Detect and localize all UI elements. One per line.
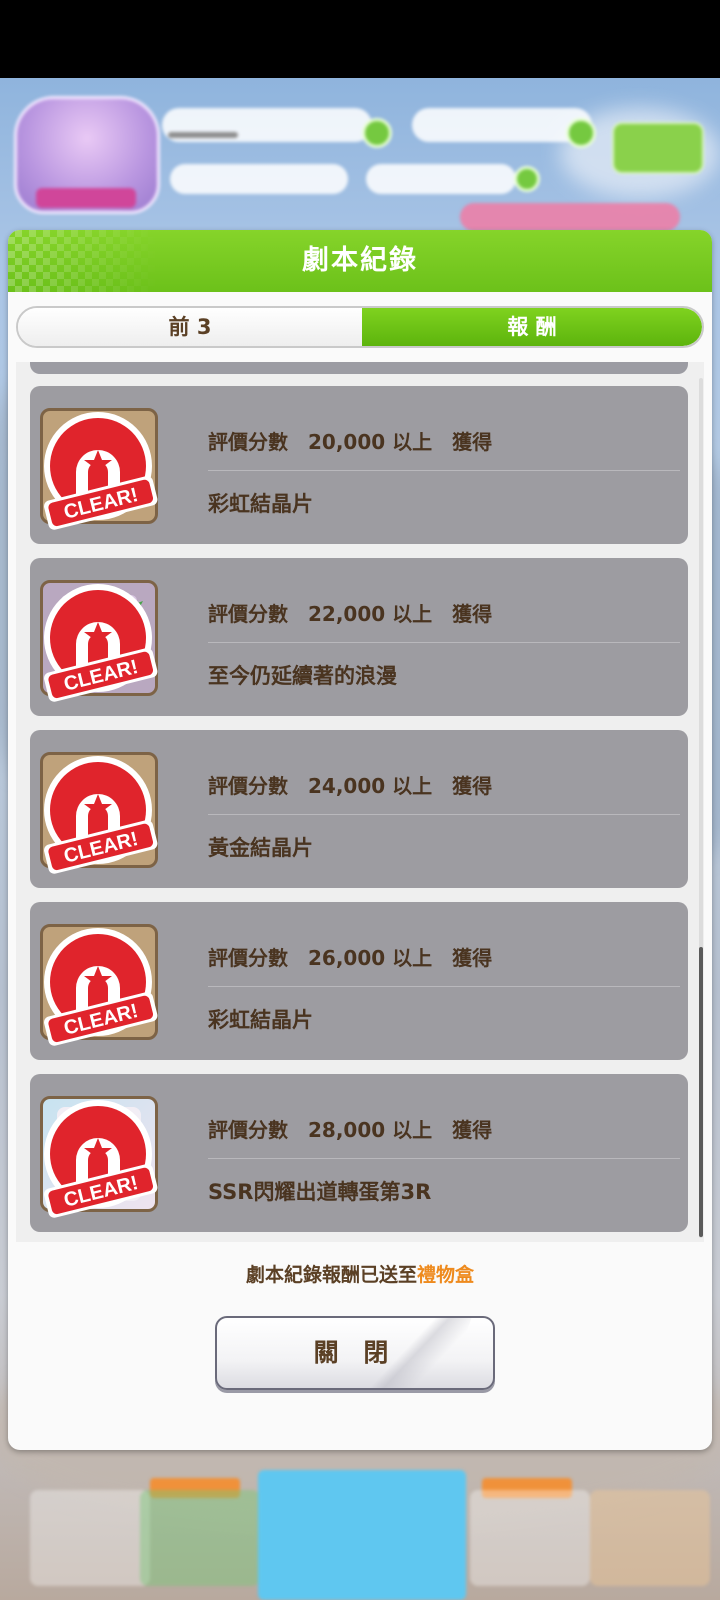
reward-item-name: 至今仍延續著的浪漫	[208, 664, 397, 688]
clear-stamp-icon: CLEAR!	[38, 754, 160, 876]
stamina-bar	[162, 108, 372, 142]
logo-ribbon	[36, 188, 136, 208]
clear-stamp-icon: CLEAR!	[38, 926, 160, 1048]
divider	[208, 814, 680, 815]
reward-condition: 評價分數 24,000 以上 獲得	[208, 774, 493, 798]
reward-condition: 評價分數 28,000 以上 獲得	[208, 1118, 493, 1142]
gift-box-link[interactable]: 禮物盒	[417, 1264, 474, 1286]
dialog-header: 劇本紀錄	[8, 230, 712, 292]
list-item-partial	[30, 362, 688, 374]
close-button-label: 關 閉	[313, 1338, 397, 1367]
reward-item-name: 彩虹結晶片	[208, 492, 313, 516]
jewel-bar	[366, 164, 516, 194]
footer-note: 劇本紀錄報酬已送至禮物盒	[8, 1260, 712, 1287]
close-button[interactable]: 關 閉	[215, 1316, 495, 1390]
top-hud	[0, 78, 720, 231]
scenario-record-tab	[460, 203, 680, 231]
nav-tile	[140, 1490, 260, 1586]
nav-tile	[470, 1490, 590, 1586]
scrollbar-thumb[interactable]	[699, 947, 703, 1237]
tab-top3[interactable]: 前 3	[18, 308, 362, 346]
status-bar	[0, 0, 720, 78]
bottom-nav	[0, 1470, 720, 1600]
divider	[208, 470, 680, 471]
nav-home	[258, 1470, 466, 1600]
clear-stamp-icon: CLEAR!	[38, 1098, 160, 1220]
stamina-plus-icon	[362, 118, 392, 148]
reward-item-name: 黃金結晶片	[208, 836, 313, 860]
footer-note-text: 劇本紀錄報酬已送至	[245, 1264, 417, 1286]
clear-stamp-icon: CLEAR!	[38, 410, 160, 532]
divider	[208, 642, 680, 643]
reward-condition: 評價分數 22,000 以上 獲得	[208, 602, 493, 626]
reward-item-name: SSR閃耀出道轉蛋第3R	[208, 1180, 432, 1204]
dialog-title: 劇本紀錄	[302, 245, 418, 276]
divider	[208, 1158, 680, 1159]
nav-tile	[30, 1490, 150, 1586]
rp-bar	[412, 108, 592, 142]
menu-button	[612, 122, 704, 174]
tab-bar: 前 3 報 酬	[16, 306, 704, 348]
reward-condition: 評價分數 26,000 以上 獲得	[208, 946, 493, 970]
reward-condition: 評價分數 20,000 以上 獲得	[208, 430, 493, 454]
jewel-plus-icon	[514, 166, 540, 192]
divider	[208, 986, 680, 987]
rp-plus-icon	[566, 118, 596, 148]
nav-tile	[590, 1490, 710, 1586]
reward-item-name: 彩虹結晶片	[208, 1008, 313, 1032]
tab-rewards[interactable]: 報 酬	[362, 308, 702, 346]
clear-stamp-icon: CLEAR!	[38, 582, 160, 704]
money-bar	[170, 164, 348, 194]
